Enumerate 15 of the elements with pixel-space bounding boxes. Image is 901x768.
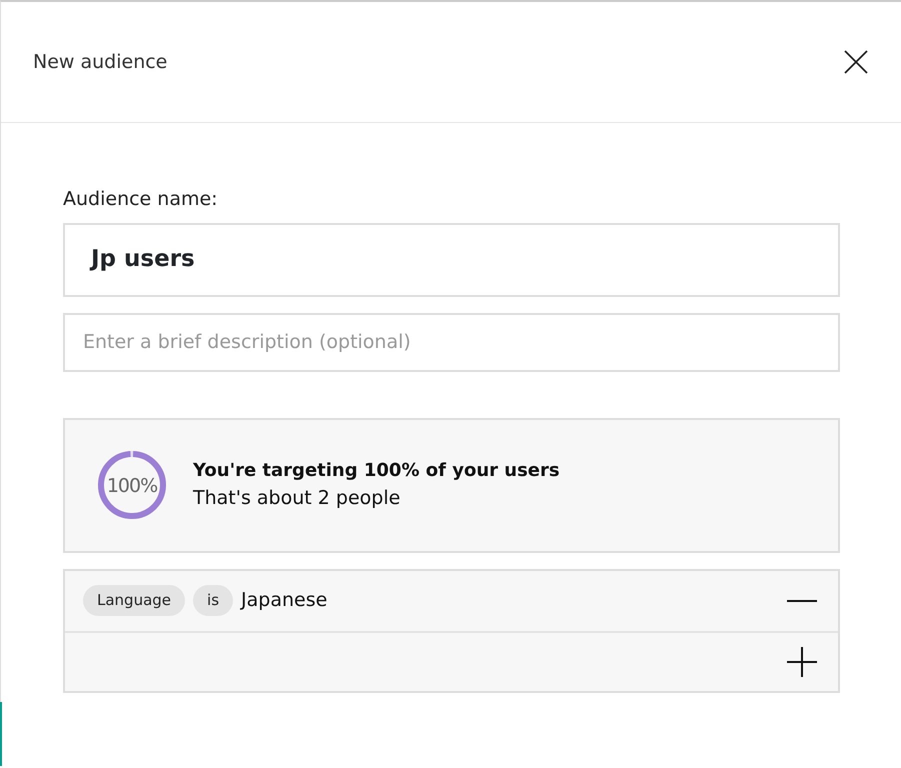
field-tag: Language (83, 585, 186, 616)
operator-tag: is (193, 585, 234, 616)
plus-icon (787, 646, 817, 676)
percent-donut: 100% (97, 450, 167, 520)
plus-button[interactable] (786, 646, 818, 678)
condition-value: Japanese (241, 588, 328, 614)
description-field[interactable]: Enter a brief description (optional) (63, 312, 840, 372)
dialog-title: New audience (33, 50, 168, 75)
audience-size-text: That's about 2 people (193, 486, 402, 512)
close-button[interactable] (843, 49, 869, 75)
close-icon (844, 50, 868, 74)
field-label: Audience name: (63, 187, 219, 212)
minus-icon (787, 600, 817, 602)
targeting-headline: You're targeting 100% of your users (193, 459, 560, 484)
audience-name-field[interactable]: Jp users (63, 222, 840, 296)
